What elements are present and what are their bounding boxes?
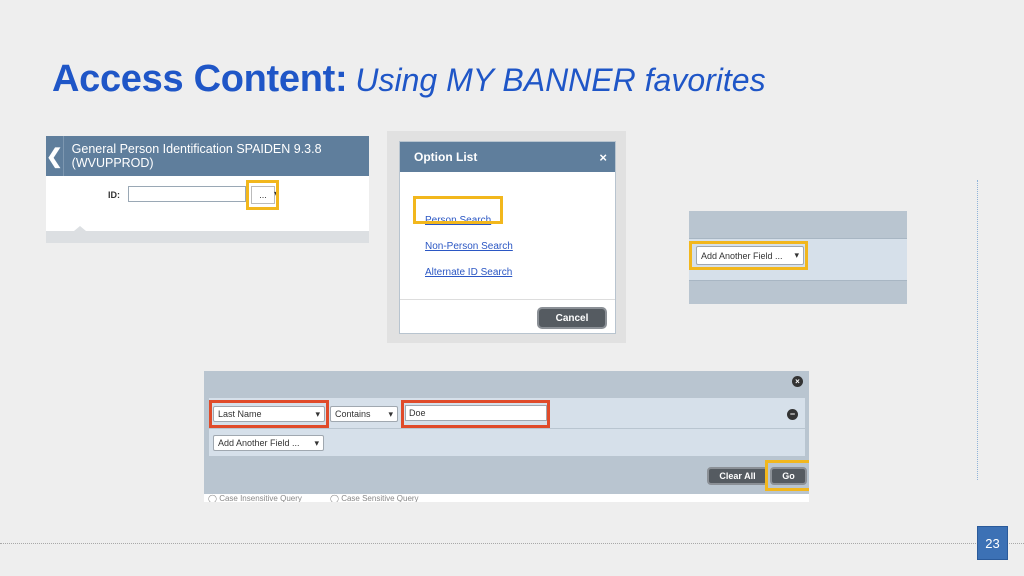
case-options-row: ◯ Case Insensitive Query ◯ Case Sensitiv…: [204, 494, 809, 502]
page-number-badge: 23: [977, 526, 1008, 560]
spaiden-header-title: General Person Identification SPAIDEN 9.…: [71, 142, 322, 170]
chevron-down-icon: ▾: [388, 408, 393, 419]
close-icon[interactable]: ×: [792, 376, 803, 387]
add-another-field-label: Add Another Field ...: [218, 438, 300, 448]
close-icon[interactable]: ×: [599, 150, 607, 165]
spaiden-key-block: ID: ... ▾: [46, 176, 369, 231]
option-alternate-id-search[interactable]: Alternate ID Search: [425, 267, 512, 278]
footer-divider: [0, 543, 1024, 544]
case-insensitive-label: Case Insensitive Query: [219, 494, 302, 502]
case-insensitive-radio[interactable]: ◯ Case Insensitive Query: [208, 494, 302, 502]
operator-select-value: Contains: [335, 409, 371, 419]
cancel-button[interactable]: Cancel: [537, 307, 607, 329]
case-sensitive-radio[interactable]: ◯ Case Sensitive Query: [330, 494, 419, 502]
slide-title-main: Access Content:: [52, 58, 348, 100]
spaiden-header: ❮ General Person Identification SPAIDEN …: [46, 136, 369, 176]
option-list-dialog: Option List × Person Search Non-Person S…: [399, 141, 616, 334]
add-field-highlight: [689, 241, 808, 270]
field-select-highlight: [209, 400, 329, 428]
person-search-highlight: [413, 196, 503, 224]
slide-title: Access Content: Using MY BANNER favorites: [52, 58, 766, 101]
option-non-person-search[interactable]: Non-Person Search: [425, 241, 513, 252]
spaiden-screenshot: ❮ General Person Identification SPAIDEN …: [46, 136, 369, 243]
id-label: ID:: [108, 190, 120, 200]
option-list-title: Option List: [414, 150, 478, 164]
vertical-dotted-guide: [977, 180, 978, 480]
go-highlight: [765, 460, 809, 491]
search-filter-screenshot: × Last Name ▾ Contains ▾ Doe − Add Anoth…: [204, 371, 809, 502]
clear-all-button[interactable]: Clear All: [707, 467, 768, 485]
chevron-down-icon: ▾: [314, 437, 319, 448]
remove-filter-icon[interactable]: −: [787, 409, 798, 420]
lookup-highlight: [246, 180, 279, 210]
option-list-footer: Cancel: [400, 299, 615, 333]
slide-title-sub: Using MY BANNER favorites: [355, 62, 766, 98]
case-sensitive-label: Case Sensitive Query: [341, 494, 419, 502]
header-divider: [62, 136, 64, 176]
id-input[interactable]: [128, 186, 246, 202]
option-list-header: Option List ×: [400, 142, 615, 172]
chevron-left-icon[interactable]: ❮: [46, 144, 63, 169]
value-highlight: [401, 400, 550, 428]
spaiden-footer: [46, 231, 369, 243]
add-another-field-select[interactable]: Add Another Field ... ▾: [213, 435, 324, 451]
operator-select[interactable]: Contains ▾: [330, 406, 398, 422]
add-field-screenshot: Add Another Field ... ▾: [689, 211, 907, 304]
option-list-screenshot: Option List × Person Search Non-Person S…: [387, 131, 626, 343]
